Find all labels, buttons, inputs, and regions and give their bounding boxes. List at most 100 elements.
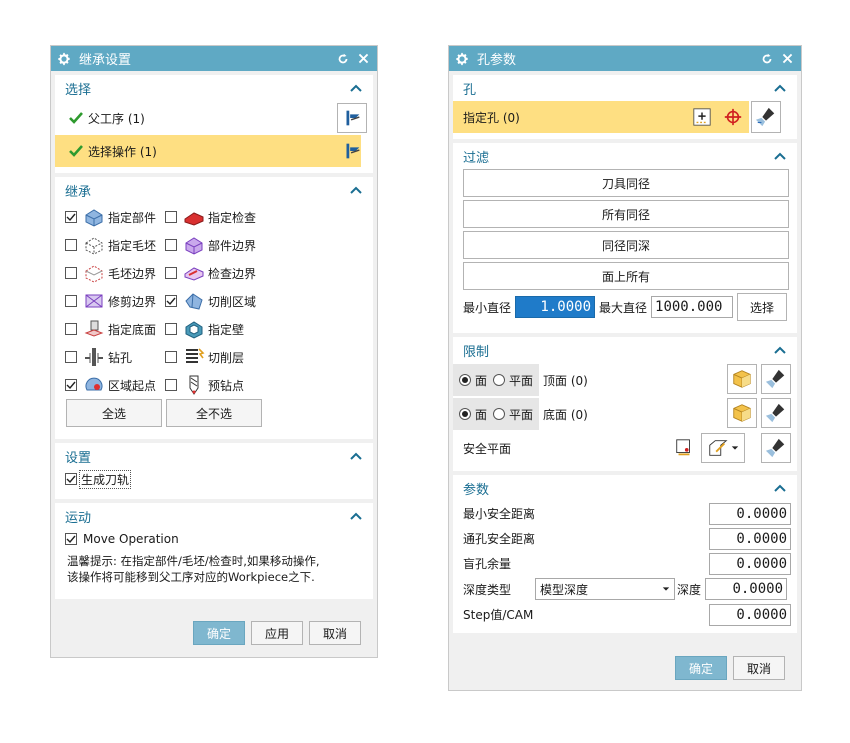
display-hole-button[interactable]	[751, 101, 781, 133]
filter-same-tool-dia-button[interactable]: 刀具同径	[463, 169, 789, 197]
deselect-all-button[interactable]: 全不选	[166, 399, 262, 427]
chevron-up-icon[interactable]	[349, 509, 363, 523]
safe-plane-display-button[interactable]	[673, 437, 695, 459]
reset-icon[interactable]	[335, 51, 351, 67]
ok-button[interactable]: 确定	[675, 656, 727, 680]
checkbox[interactable]	[65, 211, 77, 223]
chevron-up-icon[interactable]	[773, 149, 787, 163]
chevron-down-icon[interactable]	[731, 444, 739, 452]
checkbox[interactable]	[165, 267, 177, 279]
chevron-up-icon[interactable]	[349, 449, 363, 463]
move-operation-option[interactable]: Move Operation	[55, 529, 373, 549]
inherit-item-part-boundary[interactable]: 部件边界	[165, 231, 305, 259]
inherit-item-check[interactable]: 指定检查	[165, 203, 305, 231]
close-icon[interactable]	[779, 51, 795, 67]
inherit-item-cut-area[interactable]: 切削区域	[165, 287, 305, 315]
parameters-section-header[interactable]: 参数	[453, 475, 797, 501]
checkbox[interactable]	[65, 533, 77, 545]
through-hole-safe-row: 通孔安全距离 0.0000	[453, 526, 797, 551]
inherit-item-drill[interactable]: 钻孔	[65, 343, 165, 371]
settings-section-header[interactable]: 设置	[55, 443, 373, 469]
reset-icon[interactable]	[759, 51, 775, 67]
section-title: 继承	[65, 184, 92, 200]
checkbox[interactable]	[65, 351, 77, 363]
dialog-footer: 确定 取消	[675, 656, 785, 680]
max-diameter-input[interactable]: 1000.000	[651, 296, 733, 318]
chevron-up-icon[interactable]	[773, 481, 787, 495]
select-operation-button[interactable]	[337, 136, 367, 166]
checkbox[interactable]	[65, 295, 77, 307]
checkbox[interactable]	[65, 473, 77, 485]
depth-type-label: 深度类型	[463, 582, 512, 597]
filter-section-header[interactable]: 过滤	[453, 143, 797, 169]
checkbox[interactable]	[65, 323, 77, 335]
inherit-item-check-boundary[interactable]: 检查边界	[165, 259, 305, 287]
filter-same-dia-depth-button[interactable]: 同径同深	[463, 231, 789, 259]
chevron-up-icon[interactable]	[773, 81, 787, 95]
display-bottom-face-button[interactable]	[761, 398, 791, 428]
checkbox[interactable]	[165, 211, 177, 223]
inherit-item-blank-boundary[interactable]: 毛坯边界	[65, 259, 165, 287]
close-icon[interactable]	[355, 51, 371, 67]
gear-icon[interactable]	[455, 52, 469, 66]
top-plane-radio[interactable]	[493, 374, 506, 386]
filter-all-same-dia-button[interactable]: 所有同径	[463, 200, 789, 228]
blind-hole-allowance-input[interactable]: 0.0000	[709, 552, 791, 575]
top-face-radio[interactable]	[459, 374, 471, 386]
select-bottom-face-button[interactable]	[727, 398, 757, 428]
select-all-button[interactable]: 全选	[66, 399, 162, 427]
ok-button[interactable]: 确定	[193, 621, 245, 645]
inherit-item-wall[interactable]: 指定壁	[165, 315, 305, 343]
select-top-face-button[interactable]	[727, 364, 757, 394]
checkbox[interactable]	[165, 379, 177, 391]
inherit-item-trim-boundary[interactable]: 修剪边界	[65, 287, 165, 315]
add-point-button[interactable]	[687, 101, 717, 133]
generate-path-label: 生成刀轨	[79, 469, 132, 489]
select-button[interactable]: 选择	[737, 293, 787, 321]
display-safe-plane-button[interactable]	[761, 433, 791, 463]
generate-path-option[interactable]: 生成刀轨	[55, 469, 373, 489]
apply-button[interactable]: 应用	[251, 621, 303, 645]
inherit-item-part[interactable]: 指定部件	[65, 203, 165, 231]
list-item-parent-operation[interactable]: 父工序 (1)	[55, 101, 373, 135]
chevron-up-icon[interactable]	[349, 81, 363, 95]
select-section-header[interactable]: 选择	[55, 75, 373, 101]
list-item-selected-operation[interactable]: 选择操作 (1)	[55, 135, 361, 167]
inherit-item-floor[interactable]: 指定底面	[65, 315, 165, 343]
step-value-input[interactable]: 0.0000	[709, 603, 791, 626]
gear-icon[interactable]	[57, 52, 71, 66]
checkbox[interactable]	[165, 323, 177, 335]
cancel-button[interactable]: 取消	[733, 656, 785, 680]
through-hole-safe-input[interactable]: 0.0000	[709, 527, 791, 550]
specify-hole-row[interactable]: 指定孔 (0)	[453, 101, 687, 133]
checkbox[interactable]	[65, 379, 77, 391]
chevron-up-icon[interactable]	[773, 343, 787, 357]
inherit-item-predrill[interactable]: 预钻点	[165, 371, 305, 399]
checkbox[interactable]	[65, 267, 77, 279]
inherit-section-header[interactable]: 继承	[55, 177, 373, 203]
specify-plane-button[interactable]	[701, 433, 745, 463]
depth-input[interactable]: 0.0000	[705, 578, 788, 600]
motion-section-header[interactable]: 运动	[55, 503, 373, 529]
checkbox[interactable]	[65, 239, 77, 251]
inherit-item-cut-levels[interactable]: 切削层	[165, 343, 305, 371]
checkbox[interactable]	[165, 239, 177, 251]
brush-icon	[765, 403, 785, 423]
display-top-face-button[interactable]	[761, 364, 791, 394]
depth-type-select[interactable]: 模型深度	[535, 578, 675, 600]
checkbox[interactable]	[165, 351, 177, 363]
min-diameter-input[interactable]: 1.0000	[515, 296, 595, 318]
checkbox[interactable]	[165, 295, 177, 307]
cancel-button[interactable]: 取消	[309, 621, 361, 645]
chevron-up-icon[interactable]	[349, 183, 363, 197]
filter-all-on-face-button[interactable]: 面上所有	[463, 262, 789, 290]
inherit-item-blank[interactable]: 指定毛坯	[65, 231, 165, 259]
min-safe-distance-input[interactable]: 0.0000	[709, 502, 791, 525]
bottom-face-radio[interactable]	[459, 408, 471, 420]
inherit-item-region-start[interactable]: 区域起点	[65, 371, 165, 399]
bottom-plane-radio[interactable]	[493, 408, 506, 420]
select-parent-button[interactable]	[337, 103, 367, 133]
hole-section-header[interactable]: 孔	[453, 75, 797, 101]
limit-section-header[interactable]: 限制	[453, 337, 797, 363]
point-dialog-button[interactable]	[717, 101, 749, 133]
